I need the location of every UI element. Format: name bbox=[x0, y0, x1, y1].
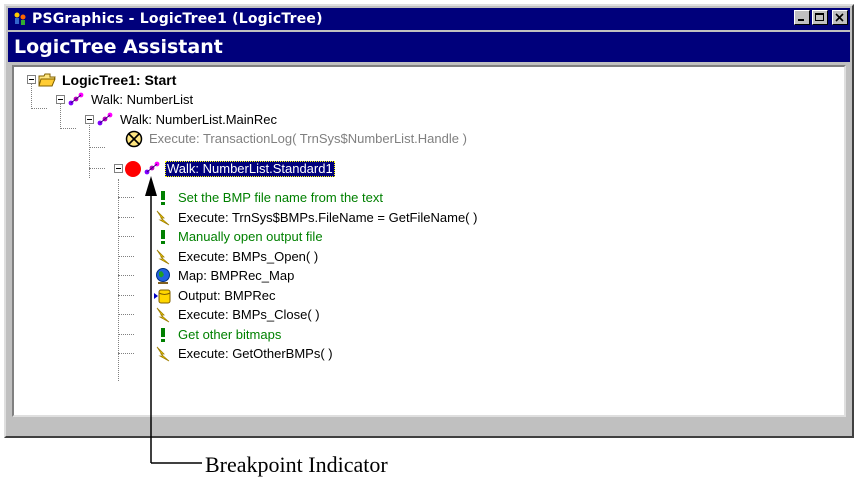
breakpoint-callout-label: Breakpoint Indicator bbox=[205, 452, 388, 477]
breakpoint-callout-arrow bbox=[145, 176, 202, 464]
